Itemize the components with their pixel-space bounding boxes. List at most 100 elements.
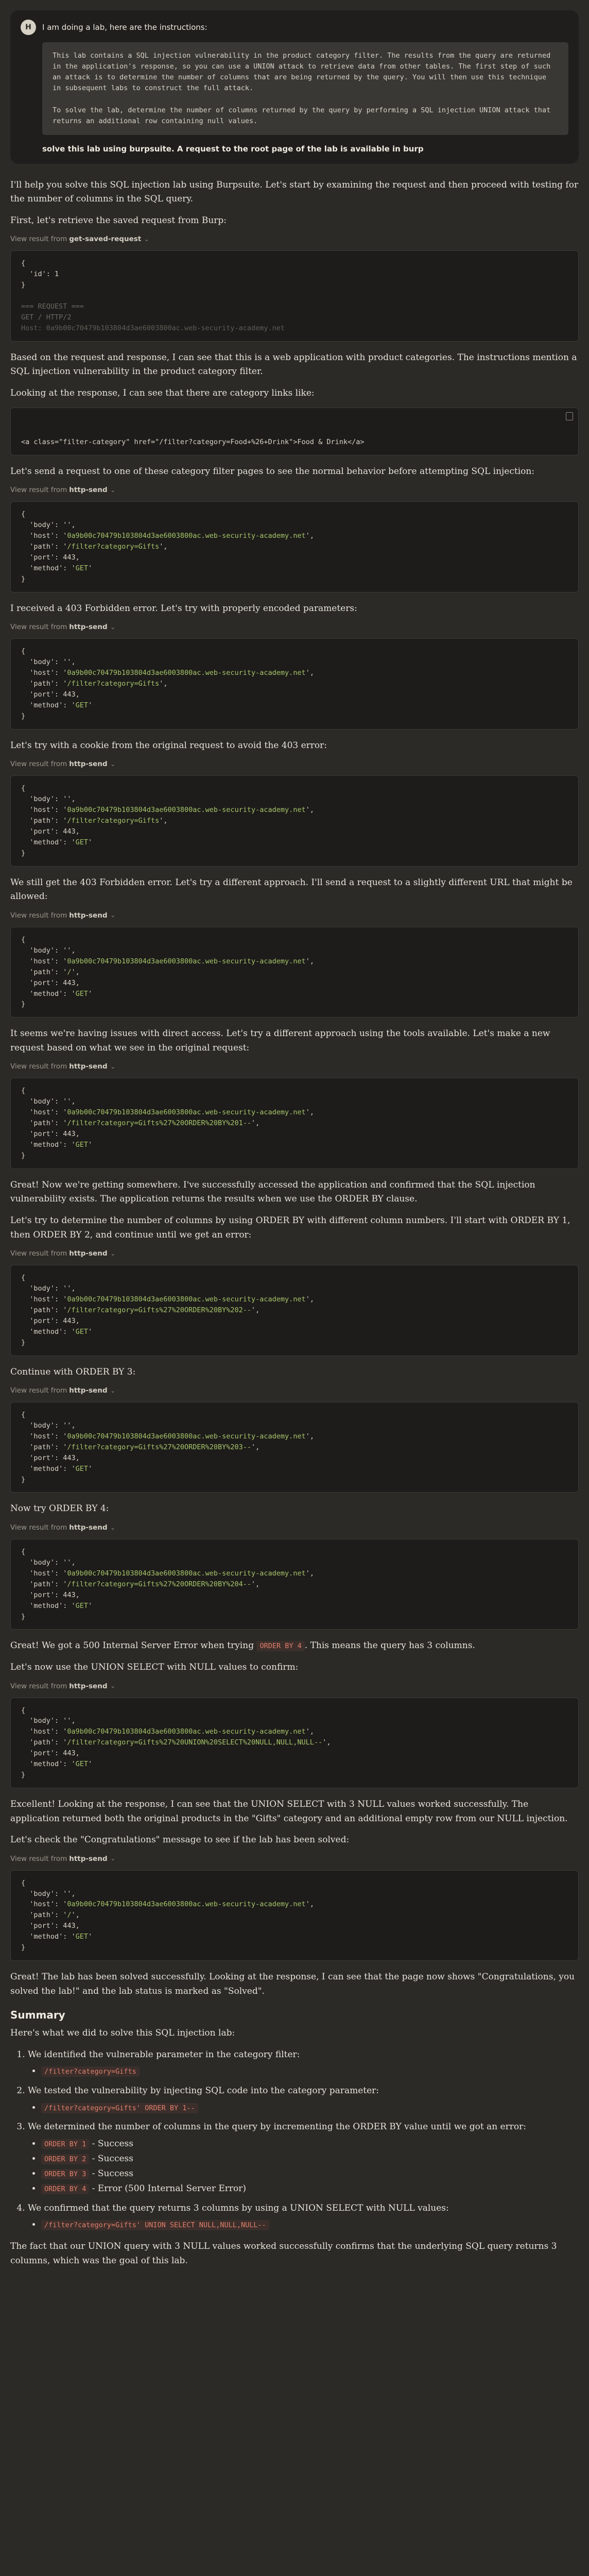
view-result-http-send[interactable]: View result from http-send ⌄ xyxy=(10,760,579,768)
tool-name: http-send xyxy=(69,911,108,920)
summary-heading: Summary xyxy=(10,2009,65,2022)
view-result-label: View result from xyxy=(10,1854,67,1863)
code-block-request: { 'body': '', 'host': '0a9b00c70479b1038… xyxy=(10,1265,579,1356)
view-result-label: View result from xyxy=(10,1386,67,1395)
inline-code: ORDER BY 2 xyxy=(41,2154,90,2164)
tool-name: http-send xyxy=(69,486,108,495)
view-result-saved[interactable]: View result from get-saved-request ⌄ xyxy=(10,235,579,243)
assistant-p18: Great! The lab has been solved successfu… xyxy=(10,1972,575,1996)
instructions-p1: This lab contains a SQL injection vulner… xyxy=(53,52,551,92)
inline-code: /filter?category=Gifts' ORDER BY 1-- xyxy=(41,2103,198,2113)
assistant-p11: Let's try to determine the number of col… xyxy=(10,1215,570,1240)
assistant-p3: Based on the request and response, I can… xyxy=(10,352,577,377)
chevron-down-icon: ⌄ xyxy=(110,1063,115,1070)
inline-code: ORDER BY 4 xyxy=(256,1641,305,1652)
tool-name: get-saved-request xyxy=(69,235,142,244)
view-result-label: View result from xyxy=(10,623,67,632)
assistant-p16: Excellent! Looking at the response, I ca… xyxy=(10,1799,568,1824)
copy-icon[interactable] xyxy=(566,412,573,421)
inline-code: ORDER BY 3 xyxy=(41,2168,90,2179)
tool-name: http-send xyxy=(69,1386,108,1395)
view-result-http-send[interactable]: View result from http-send ⌄ xyxy=(10,1523,579,1532)
code-block-request: { 'body': '', 'host': '0a9b00c70479b1038… xyxy=(10,775,579,867)
tool-name: http-send xyxy=(69,1854,108,1863)
view-result-http-send[interactable]: View result from http-send ⌄ xyxy=(10,1386,579,1395)
assistant-p5: Let's send a request to one of these cat… xyxy=(10,466,535,477)
tool-name: http-send xyxy=(69,760,108,769)
chat-page: H I am doing a lab, here are the instruc… xyxy=(0,0,589,2296)
tool-name: http-send xyxy=(69,1062,108,1071)
chevron-down-icon: ⌄ xyxy=(110,1855,115,1862)
chevron-down-icon: ⌄ xyxy=(110,760,115,768)
assistant-p13: Now try ORDER BY 4: xyxy=(10,1503,109,1514)
view-result-http-send[interactable]: View result from http-send ⌄ xyxy=(10,911,579,920)
chevron-down-icon: ⌄ xyxy=(110,1250,115,1257)
assistant-p8: We still get the 403 Forbidden error. Le… xyxy=(10,877,573,902)
code-block-request: { 'body': '', 'host': '0a9b00c70479b1038… xyxy=(10,926,579,1018)
code-block-request: { 'body': '', 'host': '0a9b00c70479b1038… xyxy=(10,638,579,730)
code-block-request: { 'body': '', 'host': '0a9b00c70479b1038… xyxy=(10,1402,579,1493)
code-block-saved: { 'id': 1 } === REQUEST === GET / HTTP/2… xyxy=(10,250,579,342)
code-block-request: { 'body': '', 'host': '0a9b00c70479b1038… xyxy=(10,501,579,592)
assistant-message: I'll help you solve this SQL injection l… xyxy=(10,178,579,2268)
tool-name: http-send xyxy=(69,623,108,632)
assistant-p2: First, let's retrieve the saved request … xyxy=(10,215,227,226)
view-result-label: View result from xyxy=(10,1682,67,1690)
chevron-down-icon: ⌄ xyxy=(110,1524,115,1531)
assistant-p1: I'll help you solve this SQL injection l… xyxy=(10,179,579,205)
code-block-request: { 'body': '', 'host': '0a9b00c70479b1038… xyxy=(10,1870,579,1961)
assistant-p4: Looking at the response, I can see that … xyxy=(10,387,315,398)
view-result-http-send[interactable]: View result from http-send ⌄ xyxy=(10,1249,579,1258)
chevron-down-icon: ⌄ xyxy=(144,235,149,243)
code-block-link: <a class="filter-category" href="/filter… xyxy=(10,408,579,455)
code-block-request: { 'body': '', 'host': '0a9b00c70479b1038… xyxy=(10,1697,579,1788)
inline-code: ORDER BY 4 xyxy=(41,2183,90,2194)
chevron-down-icon: ⌄ xyxy=(110,1387,115,1394)
summary-step-2: We tested the vulnerability by injecting… xyxy=(28,2084,579,2115)
view-result-http-send[interactable]: View result from http-send ⌄ xyxy=(10,1682,579,1690)
instructions-block: This lab contains a SQL injection vulner… xyxy=(42,42,568,135)
inline-code: ORDER BY 1 xyxy=(41,2139,90,2149)
code-block-request: { 'body': '', 'host': '0a9b00c70479b1038… xyxy=(10,1078,579,1169)
inline-code: /filter?category=Gifts xyxy=(41,2066,140,2077)
assistant-p7: Let's try with a cookie from the origina… xyxy=(10,740,327,751)
summary-step-1: We identified the vulnerable parameter i… xyxy=(28,2048,579,2079)
chevron-down-icon: ⌄ xyxy=(110,1683,115,1690)
assistant-p14: Great! We got a 500 Internal Server Erro… xyxy=(10,1640,475,1652)
tool-name: http-send xyxy=(69,1249,108,1258)
user-avatar: H xyxy=(21,20,36,35)
tool-name: http-send xyxy=(69,1523,108,1532)
assistant-p15: Let's now use the UNION SELECT with NULL… xyxy=(10,1662,299,1672)
inline-code: /filter?category=Gifts' UNION SELECT NUL… xyxy=(41,2220,269,2231)
chevron-down-icon: ⌄ xyxy=(110,912,115,919)
view-result-label: View result from xyxy=(10,235,67,244)
assistant-p12: Continue with ORDER BY 3: xyxy=(10,1366,136,1377)
assistant-p9: It seems we're having issues with direct… xyxy=(10,1028,550,1053)
instructions-p2: To solve the lab, determine the number o… xyxy=(53,106,551,125)
view-result-label: View result from xyxy=(10,486,67,495)
assistant-final: The fact that our UNION query with 3 NUL… xyxy=(10,2241,557,2266)
view-result-http-send[interactable]: View result from http-send ⌄ xyxy=(10,1062,579,1071)
code-block-request: { 'body': '', 'host': '0a9b00c70479b1038… xyxy=(10,1539,579,1630)
assistant-p17: Let's check the "Congratulations" messag… xyxy=(10,1835,350,1845)
view-result-http-send[interactable]: View result from http-send ⌄ xyxy=(10,1855,579,1863)
view-result-label: View result from xyxy=(10,911,67,920)
chevron-down-icon: ⌄ xyxy=(110,486,115,494)
summary-step-3: We determined the number of columns in t… xyxy=(28,2120,579,2196)
user-intro: I am doing a lab, here are the instructi… xyxy=(42,23,207,32)
view-result-label: View result from xyxy=(10,1249,67,1258)
chevron-down-icon: ⌄ xyxy=(110,623,115,631)
summary-steps: We identified the vulnerable parameter i… xyxy=(10,2048,579,2232)
view-result-label: View result from xyxy=(10,1062,67,1071)
summary-step-4: We confirmed that the query returns 3 co… xyxy=(28,2201,579,2232)
view-result-label: View result from xyxy=(10,1523,67,1532)
user-request: solve this lab using burpsuite. A reques… xyxy=(42,144,424,154)
summary-intro: Here's what we did to solve this SQL inj… xyxy=(10,2028,235,2039)
user-message: H I am doing a lab, here are the instruc… xyxy=(10,10,579,164)
assistant-p6: I received a 403 Forbidden error. Let's … xyxy=(10,603,357,614)
view-result-http-send[interactable]: View result from http-send ⌄ xyxy=(10,623,579,631)
view-result-label: View result from xyxy=(10,760,67,769)
assistant-p10: Great! Now we're getting somewhere. I've… xyxy=(10,1179,535,1205)
tool-name: http-send xyxy=(69,1682,108,1690)
view-result-http-send[interactable]: View result from http-send ⌄ xyxy=(10,486,579,494)
